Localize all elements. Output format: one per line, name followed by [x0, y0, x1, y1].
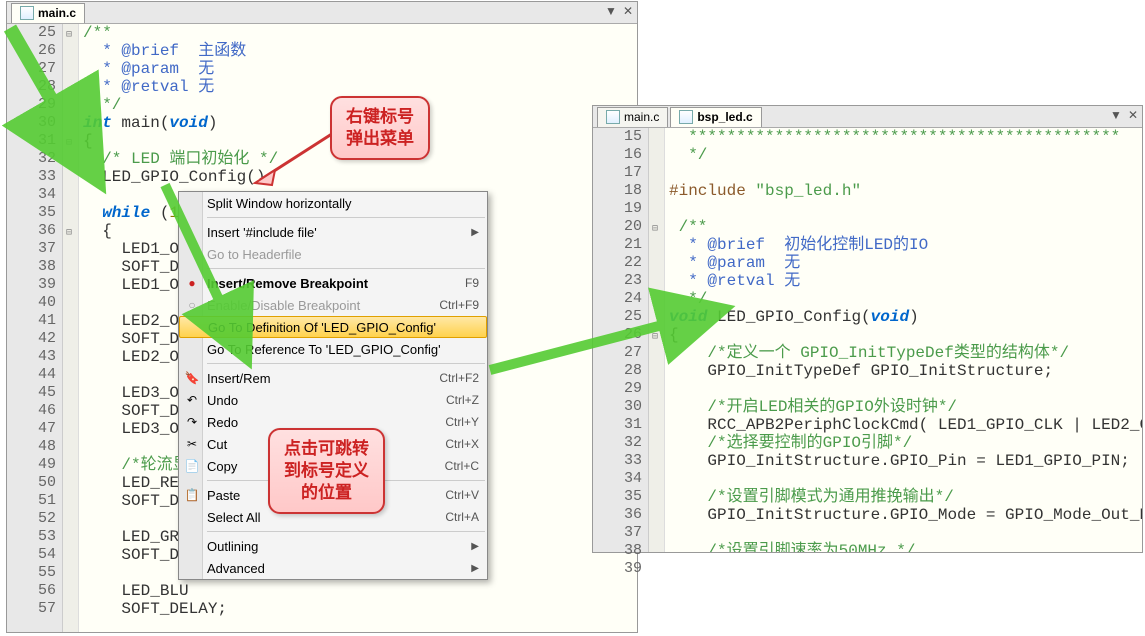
menu-label: Go To Definition Of 'LED_GPIO_Config': [208, 320, 478, 335]
left-gutter: 2526272829303132333435363738394041424344…: [7, 24, 63, 632]
menu-label: Undo: [207, 393, 446, 408]
menu-label: Insert/Remove Breakpoint: [207, 276, 465, 291]
tab-close-icon[interactable]: ✕: [1128, 108, 1138, 122]
right-code-area[interactable]: ****************************************…: [665, 128, 1142, 552]
file-icon: [606, 110, 620, 124]
menu-shortcut: Ctrl+Y: [445, 415, 479, 429]
menu-icon: ○: [184, 297, 200, 313]
tab-controls-right: ▼ ✕: [1110, 108, 1138, 122]
right-editor-pane: main.c bsp_led.c ▼ ✕ 1516171819202122232…: [592, 105, 1143, 553]
submenu-arrow-icon: ▶: [471, 563, 479, 574]
menu-icon: 🔖: [184, 370, 200, 386]
tab-label: bsp_led.c: [697, 110, 752, 124]
menu-item[interactable]: Go To Definition Of 'LED_GPIO_Config': [179, 316, 487, 338]
callout-goto-def: 点击可跳转 到标号定义 的位置: [268, 428, 385, 514]
file-icon: [679, 110, 693, 124]
right-editor-body: 1516171819202122232425262728293031323334…: [593, 128, 1142, 552]
menu-shortcut: Ctrl+Z: [446, 393, 479, 407]
menu-label: Enable/Disable Breakpoint: [207, 298, 439, 313]
menu-label: Go To Reference To 'LED_GPIO_Config': [207, 342, 479, 357]
callout-text: 弹出菜单: [346, 129, 414, 148]
menu-icon: ●: [184, 275, 200, 291]
menu-label: Split Window horizontally: [207, 196, 479, 211]
menu-icon: 📄: [184, 458, 200, 474]
menu-shortcut: Ctrl+V: [445, 488, 479, 502]
tab-close-icon[interactable]: ✕: [623, 4, 633, 18]
menu-item[interactable]: ↶ UndoCtrl+Z: [179, 389, 487, 411]
menu-icon: 📋: [184, 487, 200, 503]
menu-label: Insert '#include file': [207, 225, 471, 240]
menu-icon: ↶: [184, 392, 200, 408]
menu-shortcut: Ctrl+F2: [439, 371, 479, 385]
menu-item: ○ Enable/Disable BreakpointCtrl+F9: [179, 294, 487, 316]
right-tab-strip: main.c bsp_led.c ▼ ✕: [593, 106, 1142, 128]
tab-bsp-led-c[interactable]: bsp_led.c: [670, 107, 761, 127]
menu-label: Outlining: [207, 539, 471, 554]
menu-item[interactable]: Split Window horizontally: [179, 192, 487, 214]
tab-main-c-right[interactable]: main.c: [597, 107, 668, 127]
tab-dropdown-icon[interactable]: ▼: [1110, 108, 1122, 122]
left-tab-strip: main.c ▼ ✕: [7, 2, 637, 24]
menu-shortcut: F9: [465, 276, 479, 290]
menu-item[interactable]: Outlining▶: [179, 535, 487, 557]
menu-label: Advanced: [207, 561, 471, 576]
menu-item[interactable]: Insert '#include file'▶: [179, 221, 487, 243]
tab-dropdown-icon[interactable]: ▼: [605, 4, 617, 18]
right-fold-column: ⊟⊟: [649, 128, 665, 552]
menu-shortcut: Ctrl+F9: [439, 298, 479, 312]
menu-label: Insert/Rem: [207, 371, 439, 386]
submenu-arrow-icon: ▶: [471, 541, 479, 552]
menu-label: Go to Headerfile: [207, 247, 479, 262]
callout-text: 到标号定义: [284, 461, 369, 480]
file-icon: [20, 6, 34, 20]
right-gutter: 1516171819202122232425262728293031323334…: [593, 128, 649, 552]
tab-label: main.c: [38, 6, 76, 20]
tab-label: main.c: [624, 110, 659, 124]
context-menu: Split Window horizontally Insert '#includ…: [178, 191, 488, 580]
callout-text: 点击可跳转: [284, 439, 369, 458]
menu-icon: ✂: [184, 436, 200, 452]
menu-item: Go to Headerfile: [179, 243, 487, 265]
menu-icon: ↷: [184, 414, 200, 430]
tab-controls-left: ▼ ✕: [605, 4, 633, 18]
menu-shortcut: Ctrl+A: [445, 510, 479, 524]
menu-item[interactable]: Advanced▶: [179, 557, 487, 579]
submenu-arrow-icon: ▶: [471, 227, 479, 238]
left-fold-column: ⊟⊟⊟: [63, 24, 79, 632]
menu-item[interactable]: ● Insert/Remove BreakpointF9: [179, 272, 487, 294]
callout-text: 右键标号: [346, 107, 414, 126]
menu-shortcut: Ctrl+X: [445, 437, 479, 451]
tab-main-c-left[interactable]: main.c: [11, 3, 85, 23]
menu-item[interactable]: Go To Reference To 'LED_GPIO_Config': [179, 338, 487, 360]
menu-shortcut: Ctrl+C: [445, 459, 479, 473]
callout-text: 的位置: [301, 483, 352, 502]
menu-item[interactable]: 🔖 Insert/RemCtrl+F2: [179, 367, 487, 389]
callout-right-click: 右键标号 弹出菜单: [330, 96, 430, 160]
